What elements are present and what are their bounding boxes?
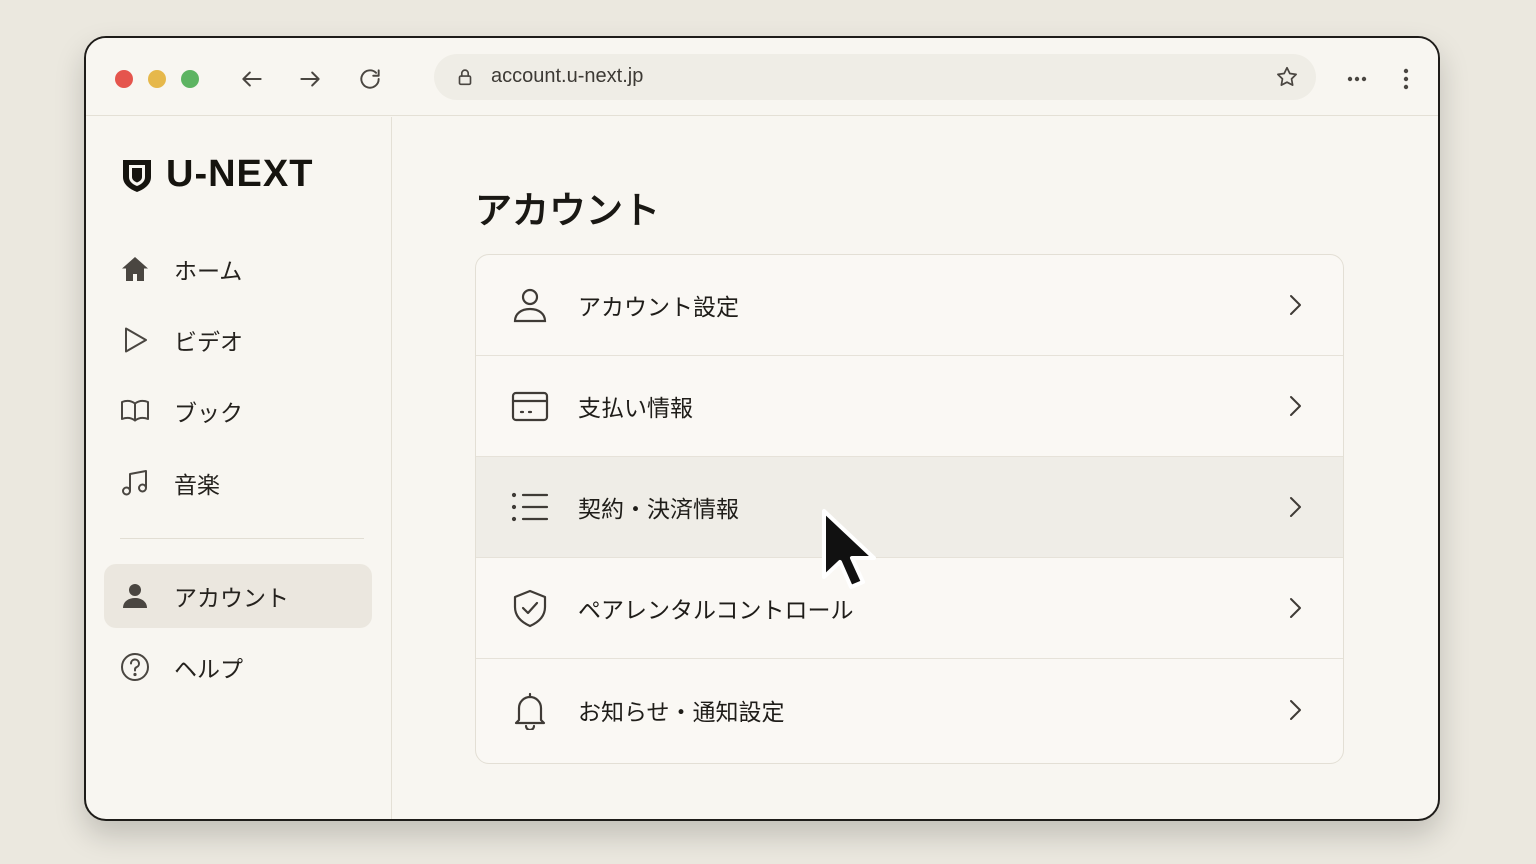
menu-row-account-settings[interactable]: アカウント設定 (476, 255, 1343, 356)
logo-text: U-NEXT (166, 153, 314, 195)
sidebar-item-label: 音楽 (174, 473, 220, 499)
home-icon (122, 257, 148, 281)
credit-card-icon (511, 391, 549, 422)
user-icon (123, 584, 147, 608)
browser-window: account.u-next.jp U-NEXT ホーム ビデオ ブック 音楽 … (84, 36, 1440, 821)
sidebar-item-video[interactable]: ビデオ (104, 308, 372, 372)
browser-toolbar: account.u-next.jp (86, 38, 1438, 116)
menu-row-label: 契約・決済情報 (578, 497, 739, 523)
sidebar-item-account[interactable]: アカウント (104, 564, 372, 628)
help-icon (121, 653, 149, 681)
menu-row-notification-settings[interactable]: お知らせ・通知設定 (476, 659, 1343, 760)
reload-button[interactable] (354, 63, 386, 95)
url-text[interactable]: account.u-next.jp (491, 65, 643, 88)
sidebar-item-book[interactable]: ブック (104, 379, 372, 443)
arrow-right-icon (300, 71, 320, 87)
minimize-window-button[interactable] (148, 70, 166, 88)
chevron-right-icon (1290, 699, 1301, 720)
sidebar-item-help[interactable]: ヘルプ (104, 635, 372, 699)
chevron-right-icon (1290, 295, 1301, 315)
chevron-right-icon (1290, 396, 1301, 416)
sidebar-item-label: ビデオ (174, 330, 243, 356)
menu-row-label: お知らせ・通知設定 (578, 699, 785, 726)
sidebar: U-NEXT ホーム ビデオ ブック 音楽 アカウント ヘルプ (86, 117, 392, 819)
mouse-cursor-icon (822, 509, 876, 589)
sidebar-divider (120, 538, 364, 539)
lock-icon (458, 69, 472, 86)
menu-row-label: 支払い情報 (578, 396, 693, 422)
back-button[interactable] (236, 63, 268, 95)
menu-row-contract-billing[interactable]: 契約・決済情報 (476, 457, 1343, 558)
menu-row-label: アカウント設定 (578, 295, 739, 321)
sidebar-item-label: ブック (174, 401, 243, 427)
more-horizontal-icon[interactable] (1342, 64, 1372, 94)
menu-row-payment-info[interactable]: 支払い情報 (476, 356, 1343, 457)
chevron-right-icon (1290, 598, 1301, 618)
account-menu-card: アカウント設定 支払い情報 契約・決済情報 ペアレンタルコントロール お知らせ・… (475, 254, 1344, 764)
shield-check-icon (513, 589, 547, 628)
list-icon (511, 492, 549, 522)
menu-row-label: ペアレンタルコントロール (578, 598, 854, 624)
more-vertical-icon[interactable] (1391, 64, 1421, 94)
menu-row-parental-control[interactable]: ペアレンタルコントロール (476, 558, 1343, 659)
sidebar-item-label: ホーム (174, 259, 243, 285)
book-icon (121, 400, 149, 422)
u-next-logo[interactable]: U-NEXT (120, 153, 313, 196)
user-outline-icon (513, 288, 547, 323)
shield-logo-icon (123, 159, 151, 192)
music-icon (122, 470, 147, 496)
bell-icon (514, 692, 546, 730)
reload-icon (360, 69, 380, 89)
sidebar-item-music[interactable]: 音楽 (104, 451, 372, 515)
close-window-button[interactable] (115, 70, 133, 88)
sidebar-item-home[interactable]: ホーム (104, 237, 372, 301)
star-icon[interactable] (1274, 64, 1300, 90)
arrow-left-icon (242, 71, 262, 87)
address-bar[interactable]: account.u-next.jp (434, 54, 1316, 100)
sidebar-item-label: ヘルプ (174, 657, 243, 683)
sidebar-item-label: アカウント (174, 586, 289, 612)
forward-button[interactable] (294, 63, 326, 95)
chevron-right-icon (1290, 497, 1301, 517)
maximize-window-button[interactable] (181, 70, 199, 88)
play-icon (125, 327, 147, 353)
page-title: アカウント (475, 189, 660, 232)
